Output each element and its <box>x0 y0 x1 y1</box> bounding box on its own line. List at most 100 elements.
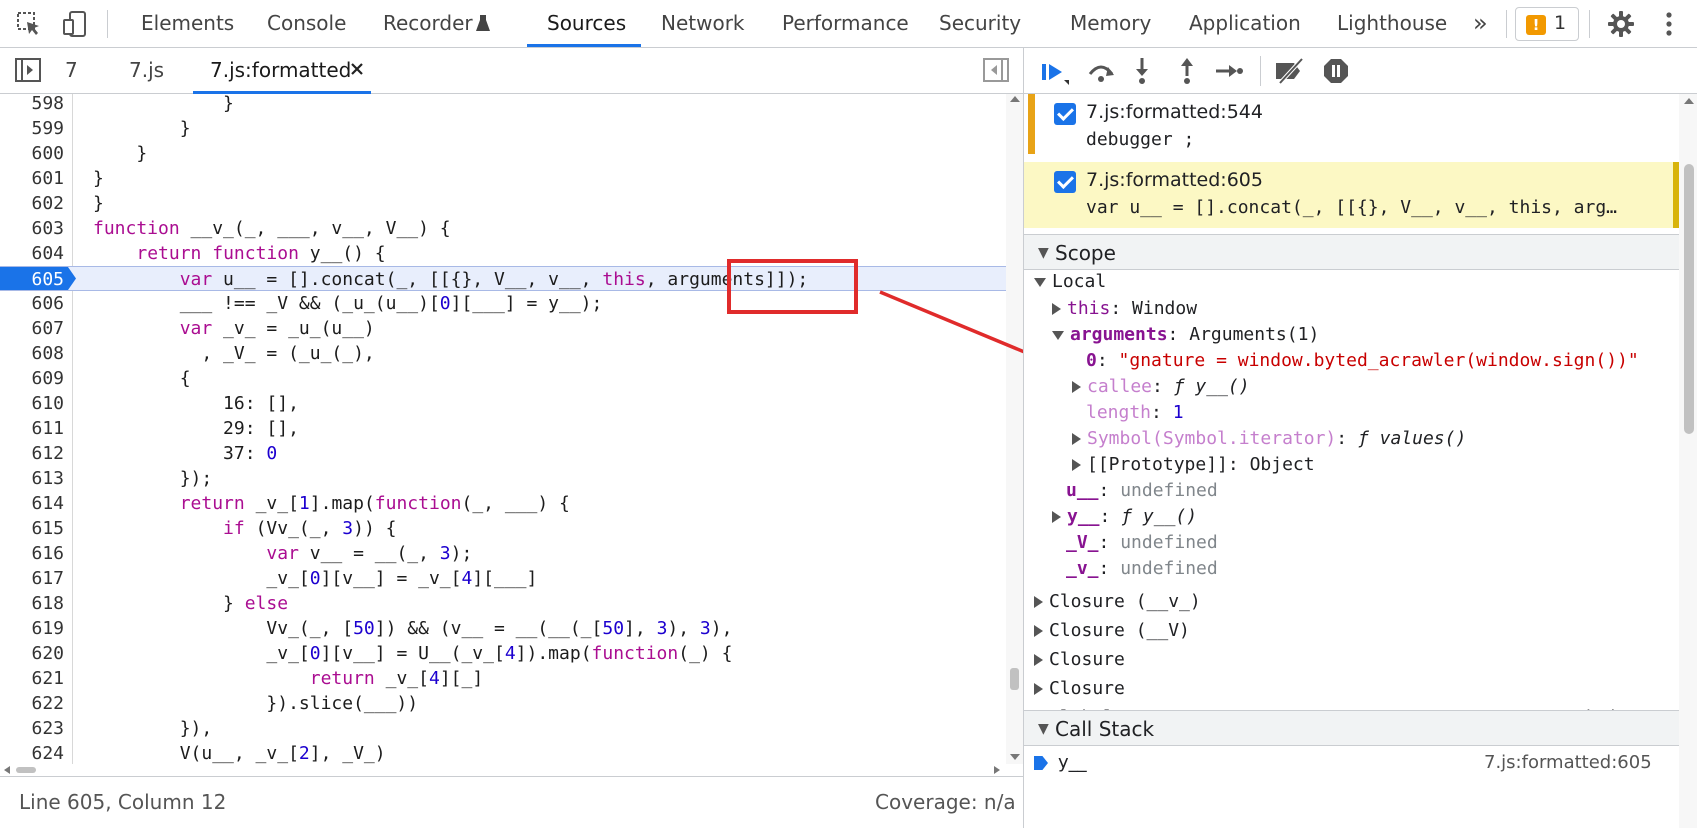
code-line[interactable]: 600 } <box>0 141 1006 166</box>
code-line[interactable]: 609 { <box>0 366 1006 391</box>
inspect-element-icon[interactable] <box>16 11 42 37</box>
scope-local[interactable]: Local <box>1034 268 1106 296</box>
tab-lighthouse[interactable]: Lighthouse <box>1337 0 1447 47</box>
scope-property[interactable]: this: Window <box>1052 295 1197 323</box>
tab-memory[interactable]: Memory <box>1070 0 1151 47</box>
line-number[interactable]: 614 <box>0 491 64 516</box>
editor-horizontal-scrollbar[interactable] <box>0 764 1006 776</box>
line-number[interactable]: 606 <box>0 291 64 316</box>
line-number[interactable]: 599 <box>0 116 64 141</box>
line-number[interactable]: 603 <box>0 216 64 241</box>
line-number[interactable]: 608 <box>0 341 64 366</box>
breakpoint-checkbox[interactable] <box>1054 103 1076 125</box>
scroll-left-arrow-icon[interactable] <box>4 766 10 774</box>
line-number[interactable]: 619 <box>0 616 64 641</box>
line-number[interactable]: 604 <box>0 241 64 266</box>
resume-icon[interactable] <box>1040 58 1070 86</box>
scope-property[interactable]: y__: ƒ y__() <box>1052 503 1197 531</box>
toggle-navigator-icon[interactable] <box>15 58 41 82</box>
code-line[interactable]: 618 } else <box>0 591 1006 616</box>
line-number[interactable]: 615 <box>0 516 64 541</box>
settings-gear-icon[interactable] <box>1607 10 1635 38</box>
more-options-kebab-icon[interactable] <box>1664 10 1674 38</box>
code-line[interactable]: 610 16: [], <box>0 391 1006 416</box>
tab-elements[interactable]: Elements <box>141 0 234 47</box>
code-line[interactable]: 615 if (Vv_(_, 3)) { <box>0 516 1006 541</box>
tab-recorder[interactable]: Recorder <box>383 0 473 47</box>
code-line[interactable]: 622 }).slice(___)) <box>0 691 1006 716</box>
step-over-icon[interactable] <box>1086 58 1116 84</box>
line-number[interactable]: 610 <box>0 391 64 416</box>
line-number[interactable]: 616 <box>0 541 64 566</box>
scope-property[interactable]: _V_: undefined <box>1066 529 1218 557</box>
tab-network[interactable]: Network <box>661 0 745 47</box>
line-number[interactable]: 609 <box>0 366 64 391</box>
call-stack-section-header[interactable]: ▼ Call Stack <box>1024 710 1679 746</box>
line-number[interactable]: 621 <box>0 666 64 691</box>
line-number[interactable]: 598 <box>0 94 64 116</box>
tab-security[interactable]: Security <box>939 0 1021 47</box>
line-number[interactable]: 613 <box>0 466 64 491</box>
scroll-right-arrow-icon[interactable] <box>994 766 1000 774</box>
line-number[interactable]: 618 <box>0 591 64 616</box>
scope-section-header[interactable]: ▼ Scope <box>1024 234 1679 270</box>
scope-property[interactable]: length: 1 <box>1086 399 1184 427</box>
line-number[interactable]: 623 <box>0 716 64 741</box>
breakpoint-item[interactable]: 7.js:formatted:544 debugger ; <box>1024 94 1679 160</box>
code-editor[interactable]: 598 } 599 } 600 } 601} 602} 603 function __v_(… <box>0 94 1006 764</box>
scope-property[interactable]: _v_: undefined <box>1066 555 1218 583</box>
line-number[interactable]: 602 <box>0 191 64 216</box>
pause-on-exceptions-icon[interactable] <box>1322 57 1350 85</box>
breakpoint-item-paused[interactable]: 7.js:formatted:605 var u__ = [].concat(_… <box>1024 162 1679 228</box>
call-stack-frame[interactable]: y__ 7.js:formatted:605 <box>1024 748 1679 778</box>
toggle-debugger-sidebar-icon[interactable] <box>983 58 1009 82</box>
step-icon[interactable] <box>1214 60 1244 82</box>
line-number[interactable]: 622 <box>0 691 64 716</box>
code-line[interactable]: 602} <box>0 191 1006 216</box>
tab-sources[interactable]: Sources <box>547 0 626 47</box>
tab-application[interactable]: Application <box>1189 0 1301 47</box>
code-line[interactable]: 598 } <box>0 94 1006 116</box>
code-line[interactable]: 619 Vv_(_, [50]) && (v__ = __(__(_[50], … <box>0 616 1006 641</box>
scroll-up-arrow-icon[interactable] <box>1010 96 1020 102</box>
line-number[interactable]: 620 <box>0 641 64 666</box>
code-line[interactable]: 616 var v__ = __(_, 3); <box>0 541 1006 566</box>
code-line[interactable]: 603 function __v_(_, ___, v__, V__) { <box>0 216 1006 241</box>
scope-property[interactable]: [[Prototype]]: Object <box>1072 451 1315 479</box>
scope-property[interactable]: callee: ƒ y__() <box>1072 373 1250 401</box>
line-number[interactable]: 600 <box>0 141 64 166</box>
scope-closure[interactable]: Closure (__V) <box>1034 617 1190 645</box>
code-line[interactable]: 623 }), <box>0 716 1006 741</box>
scroll-thumb[interactable] <box>1684 164 1694 434</box>
scope-property[interactable]: Symbol(Symbol.iterator): ƒ values() <box>1072 425 1466 453</box>
step-into-icon[interactable] <box>1132 56 1152 86</box>
code-line[interactable]: 608 , _V_ = (_u_(_), <box>0 341 1006 366</box>
line-number[interactable]: 612 <box>0 441 64 466</box>
line-number[interactable]: 601 <box>0 166 64 191</box>
line-number[interactable]: 617 <box>0 566 64 591</box>
scope-closure[interactable]: Closure <box>1034 675 1125 703</box>
coverage-status[interactable]: Coverage: n/a <box>875 790 1016 814</box>
code-line[interactable]: 601} <box>0 166 1006 191</box>
scope-property[interactable]: u__: undefined <box>1066 477 1218 505</box>
scroll-up-arrow-icon[interactable] <box>1684 98 1694 104</box>
file-tab-7-js[interactable]: 7.js <box>129 48 164 93</box>
code-line[interactable]: 612 37: 0 <box>0 441 1006 466</box>
breakpoint-checkbox[interactable] <box>1054 171 1076 193</box>
step-out-icon[interactable] <box>1177 56 1197 86</box>
hscroll-thumb[interactable] <box>16 767 36 773</box>
code-line[interactable]: 614 return _v_[1].map(function(_, ___) { <box>0 491 1006 516</box>
tab-console[interactable]: Console <box>267 0 346 47</box>
line-number[interactable]: 607 <box>0 316 64 341</box>
code-line[interactable]: 621 return _v_[4][_] <box>0 666 1006 691</box>
scroll-thumb[interactable] <box>1010 668 1019 690</box>
scroll-down-arrow-icon[interactable] <box>1010 754 1020 760</box>
file-tab-7[interactable]: 7 <box>65 48 78 93</box>
sidebar-vertical-scrollbar[interactable] <box>1679 94 1697 828</box>
code-line[interactable]: 611 29: [], <box>0 416 1006 441</box>
device-toolbar-icon[interactable] <box>62 10 88 38</box>
scope-property[interactable]: arguments: Arguments(1) <box>1052 321 1319 349</box>
scope-closure[interactable]: Closure <box>1034 646 1125 674</box>
code-line[interactable]: 599 } <box>0 116 1006 141</box>
line-number[interactable]: 624 <box>0 741 64 764</box>
